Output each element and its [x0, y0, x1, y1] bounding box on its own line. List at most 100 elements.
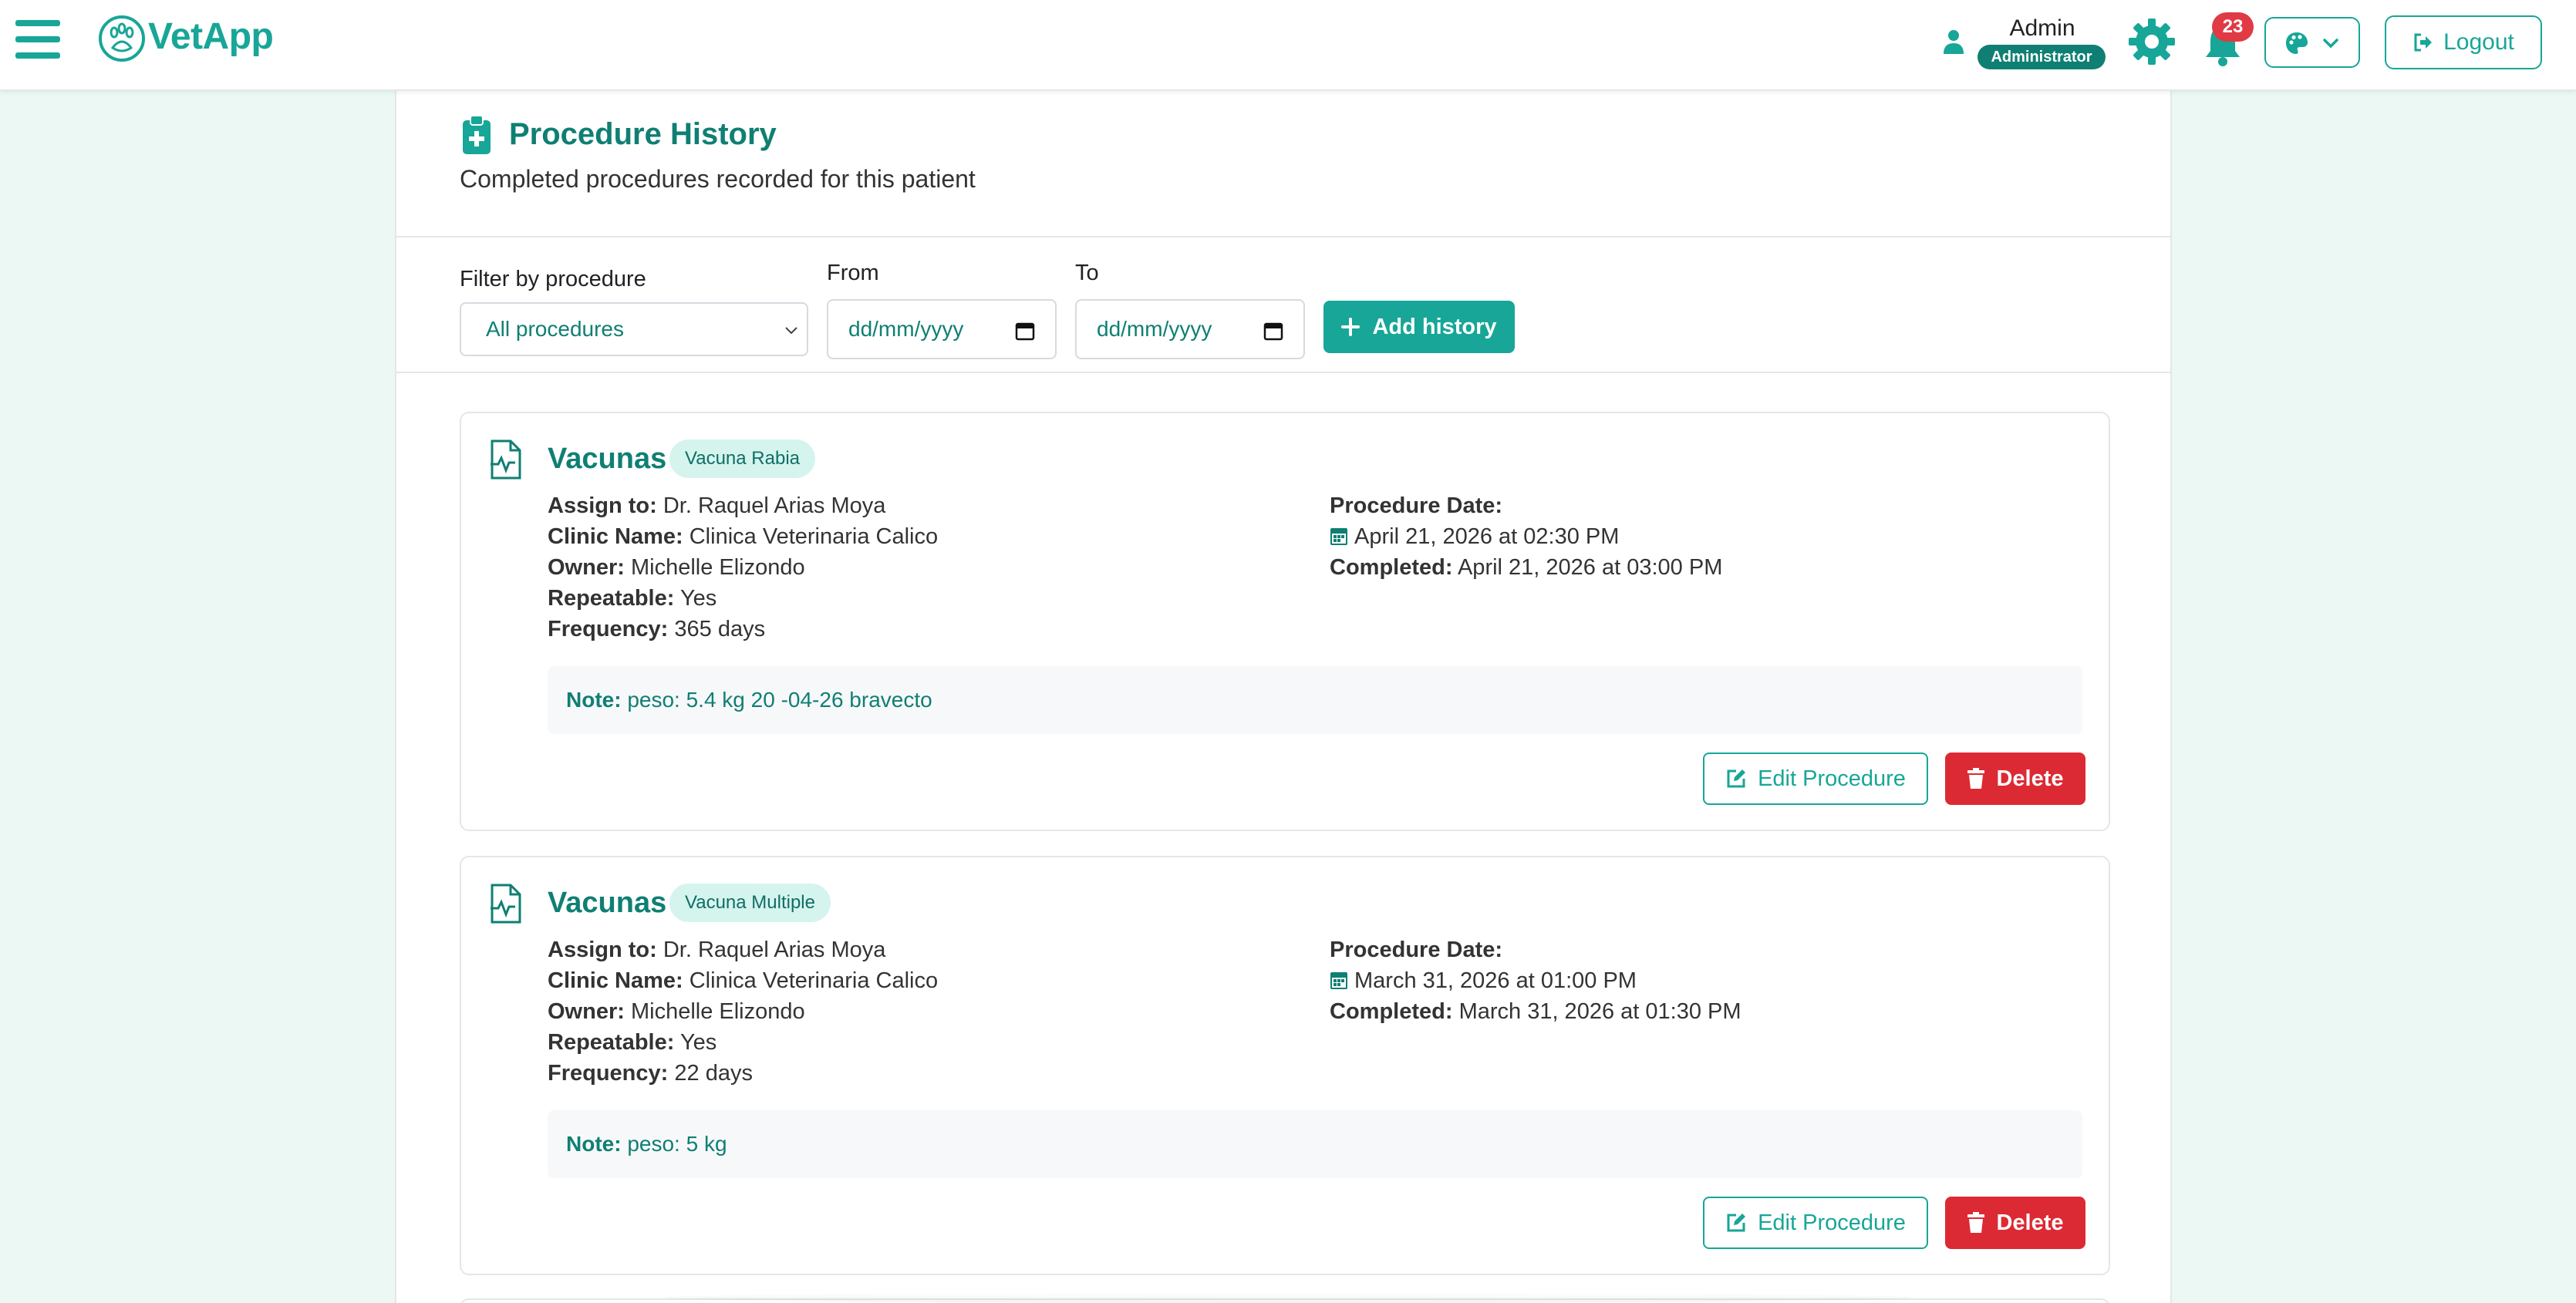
edit-procedure-button[interactable]: Edit Procedure — [1703, 1197, 1928, 1249]
procedure-date-value-line: April 21, 2026 at 02:30 PM — [1330, 524, 1619, 550]
procedure-name: Vacunas — [548, 887, 667, 919]
completed-value: April 21, 2026 at 03:00 PM — [1457, 555, 1723, 580]
frequency-line: Frequency: 22 days — [548, 1061, 753, 1086]
page-subtitle: Completed procedures recorded for this p… — [460, 165, 976, 193]
completed-value: March 31, 2026 at 01:30 PM — [1458, 999, 1741, 1024]
edit-procedure-label: Edit Procedure — [1758, 766, 1906, 791]
clinic-label: Clinic Name: — [548, 524, 683, 549]
gear-icon[interactable] — [2126, 15, 2178, 68]
theme-dropdown-button[interactable] — [2264, 17, 2360, 68]
procedure-date-value-line: March 31, 2026 at 01:00 PM — [1330, 968, 1637, 994]
assign-label: Assign to: — [548, 493, 657, 518]
to-date-input[interactable]: dd/mm/yyyy — [1075, 299, 1305, 359]
procedure-history-panel: Procedure History Completed procedures r… — [395, 91, 2172, 1303]
delete-button[interactable]: Delete — [1945, 753, 2085, 805]
add-history-label: Add history — [1372, 314, 1497, 339]
repeatable-line: Repeatable: Yes — [548, 1030, 716, 1056]
chevron-down-icon — [785, 327, 797, 335]
from-date-placeholder: dd/mm/yyyy — [848, 317, 964, 341]
procedure-date-line: Procedure Date: — [1330, 938, 1502, 963]
user-name: Admin — [2009, 15, 2075, 41]
logout-icon — [2414, 33, 2433, 52]
notification-count-badge: 23 — [2212, 12, 2254, 42]
clinic-line: Clinic Name: Clinica Veterinaria Calico — [548, 968, 938, 994]
repeatable-label: Repeatable: — [548, 586, 675, 611]
repeatable-value: Yes — [679, 586, 717, 611]
edit-icon — [1727, 769, 1746, 788]
role-badge: Administrator — [1978, 45, 2106, 69]
app-logo-text[interactable]: VetApp — [148, 15, 274, 58]
panel-header: Procedure History Completed procedures r… — [396, 91, 2170, 237]
paw-logo-icon[interactable] — [97, 14, 147, 63]
assign-label: Assign to: — [548, 938, 657, 962]
owner-value: Michelle Elizondo — [630, 999, 805, 1024]
top-navbar: VetApp Admin Administrator 23 Logout — [0, 0, 2576, 91]
add-history-button[interactable]: Add history — [1323, 301, 1515, 353]
edit-icon — [1727, 1214, 1746, 1232]
note-value: peso: 5.4 kg 20 -04-26 bravecto — [627, 688, 932, 712]
procedure-filter-value: All procedures — [486, 317, 624, 341]
note-box: Note: peso: 5.4 kg 20 -04-26 bravecto — [548, 666, 2082, 734]
palette-icon — [2286, 32, 2308, 54]
owner-value: Michelle Elizondo — [630, 555, 805, 580]
file-medical-icon — [491, 439, 521, 480]
delete-label: Delete — [1996, 766, 2064, 791]
completed-label: Completed: — [1330, 555, 1453, 580]
note-box: Note: peso: 5 kg — [548, 1110, 2082, 1178]
note-label: Note: — [566, 688, 622, 712]
frequency-label: Frequency: — [548, 1061, 669, 1086]
procedure-date-line: Procedure Date: — [1330, 493, 1502, 519]
scroll-shadow — [663, 1292, 1913, 1303]
owner-line: Owner: Michelle Elizondo — [548, 999, 805, 1025]
procedure-tag: Vacuna Multiple — [669, 884, 831, 922]
calendar-icon[interactable] — [1263, 321, 1283, 341]
assign-line: Assign to: Dr. Raquel Arias Moya — [548, 493, 885, 519]
from-date-input[interactable]: dd/mm/yyyy — [827, 299, 1057, 359]
assign-value: Dr. Raquel Arias Moya — [663, 493, 886, 518]
calendar-icon[interactable] — [1015, 321, 1035, 341]
clinic-value: Clinica Veterinaria Calico — [689, 524, 939, 549]
edit-procedure-button[interactable]: Edit Procedure — [1703, 753, 1928, 805]
calendar-icon — [1330, 972, 1347, 989]
procedure-date-value: March 31, 2026 at 01:00 PM — [1354, 968, 1637, 993]
note-value: peso: 5 kg — [627, 1132, 727, 1156]
logout-button[interactable]: Logout — [2385, 15, 2542, 69]
user-icon — [1944, 30, 1964, 54]
clinic-value: Clinica Veterinaria Calico — [689, 968, 939, 993]
completed-line: Completed: March 31, 2026 at 01:30 PM — [1330, 999, 1741, 1025]
delete-label: Delete — [1996, 1210, 2064, 1235]
clinic-label: Clinic Name: — [548, 968, 683, 993]
repeatable-label: Repeatable: — [548, 1030, 675, 1055]
owner-label: Owner: — [548, 999, 625, 1024]
procedure-date-label: Procedure Date: — [1330, 493, 1503, 518]
clipboard-medical-icon — [463, 115, 491, 154]
to-date-label: To — [1075, 261, 1099, 285]
edit-procedure-label: Edit Procedure — [1758, 1210, 1906, 1235]
clinic-line: Clinic Name: Clinica Veterinaria Calico — [548, 524, 938, 550]
procedure-name: Vacunas — [548, 443, 667, 475]
filter-bar: Filter by procedure All procedures From … — [396, 237, 2170, 373]
trash-icon — [1967, 768, 1985, 789]
delete-button[interactable]: Delete — [1945, 1197, 2085, 1249]
plus-icon — [1341, 318, 1360, 336]
completed-label: Completed: — [1330, 999, 1453, 1024]
trash-icon — [1967, 1212, 1985, 1233]
procedure-filter-select[interactable]: All procedures — [460, 302, 808, 356]
to-date-placeholder: dd/mm/yyyy — [1097, 317, 1212, 341]
assign-value: Dr. Raquel Arias Moya — [663, 938, 886, 962]
repeatable-line: Repeatable: Yes — [548, 586, 716, 611]
hamburger-menu-icon[interactable] — [15, 20, 60, 62]
procedure-date-label: Procedure Date: — [1330, 938, 1503, 962]
assign-line: Assign to: Dr. Raquel Arias Moya — [548, 938, 885, 963]
calendar-icon — [1330, 528, 1347, 545]
logout-label: Logout — [2443, 29, 2514, 55]
file-medical-icon — [491, 884, 521, 924]
frequency-line: Frequency: 365 days — [548, 617, 765, 642]
repeatable-value: Yes — [679, 1030, 717, 1055]
frequency-label: Frequency: — [548, 617, 669, 641]
owner-line: Owner: Michelle Elizondo — [548, 555, 805, 581]
procedure-card: Vacunas Vacuna Rabia Assign to: Dr. Raqu… — [460, 412, 2110, 831]
owner-label: Owner: — [548, 555, 625, 580]
completed-line: Completed: April 21, 2026 at 03:00 PM — [1330, 555, 1722, 581]
procedure-card: Vacunas Vacuna Multiple Assign to: Dr. R… — [460, 856, 2110, 1275]
